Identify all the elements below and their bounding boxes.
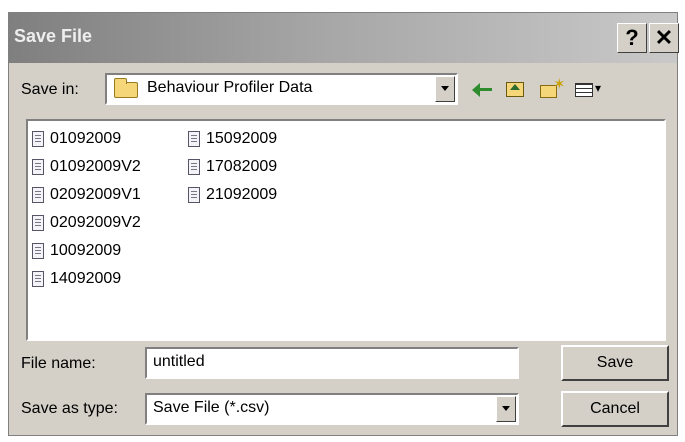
file-item[interactable]: 17082009 [188,153,277,181]
close-button[interactable]: ✕ [649,23,679,53]
document-icon [32,215,44,231]
document-icon [32,131,44,147]
document-icon [188,187,200,203]
help-button[interactable]: ? [617,23,647,53]
file-name-text: 17082009 [206,158,278,175]
file-name-input[interactable]: untitled [145,347,519,379]
save-as-type-label: Save as type: [21,400,118,417]
save-in-value: Behaviour Profiler Data [147,79,313,96]
file-item[interactable]: 10092009 [32,237,141,265]
save-as-type-dropdown-arrow[interactable] [496,396,516,422]
file-name-text: 10092009 [50,242,122,259]
file-item[interactable]: 21092009 [188,181,277,209]
file-name-text: 15092009 [206,130,278,147]
dialog-title: Save File [14,26,93,46]
file-column-2: 15092009 17082009 21092009 [188,125,277,209]
file-list[interactable]: 01092009 01092009V2 02092009V1 02092009V… [26,119,666,341]
document-icon [32,187,44,203]
file-item[interactable]: 02092009V1 [32,181,141,209]
file-name-text: 02092009V1 [50,186,141,203]
save-in-label: Save in: [21,81,79,98]
file-item[interactable]: 15092009 [188,125,277,153]
file-name-text: 21092009 [206,186,278,203]
file-name-text: 01092009 [50,130,122,147]
document-icon [32,243,44,259]
save-in-dropdown-arrow[interactable] [435,76,455,102]
up-folder-icon[interactable] [504,79,528,101]
file-name-value: untitled [153,353,205,370]
cancel-button[interactable]: Cancel [561,391,669,427]
new-folder-icon[interactable]: ✶ [539,76,566,101]
save-button[interactable]: Save [561,345,669,381]
document-icon [32,271,44,287]
file-name-text: 02092009V2 [50,214,141,231]
document-icon [188,131,200,147]
file-name-text: 14092009 [50,270,122,287]
folder-icon [114,78,138,98]
file-item[interactable]: 14092009 [32,265,141,293]
save-file-dialog: Save File ? ✕ Save in: Behaviour Profile… [8,12,679,436]
document-icon [188,159,200,175]
back-icon[interactable] [472,79,496,101]
save-as-type-dropdown[interactable]: Save File (*.csv) [145,393,519,425]
view-menu-icon[interactable]: ▾ [574,79,601,101]
document-icon [32,159,44,175]
file-item[interactable]: 01092009V2 [32,153,141,181]
file-column-1: 01092009 01092009V2 02092009V1 02092009V… [32,125,141,293]
file-item[interactable]: 01092009 [32,125,141,153]
file-name-label: File name: [21,355,96,372]
title-bar[interactable]: Save File ? ✕ [9,13,679,63]
save-in-dropdown[interactable]: Behaviour Profiler Data [105,73,458,105]
file-name-text: 01092009V2 [50,158,141,175]
file-item[interactable]: 02092009V2 [32,209,141,237]
save-as-type-value: Save File (*.csv) [153,399,270,416]
